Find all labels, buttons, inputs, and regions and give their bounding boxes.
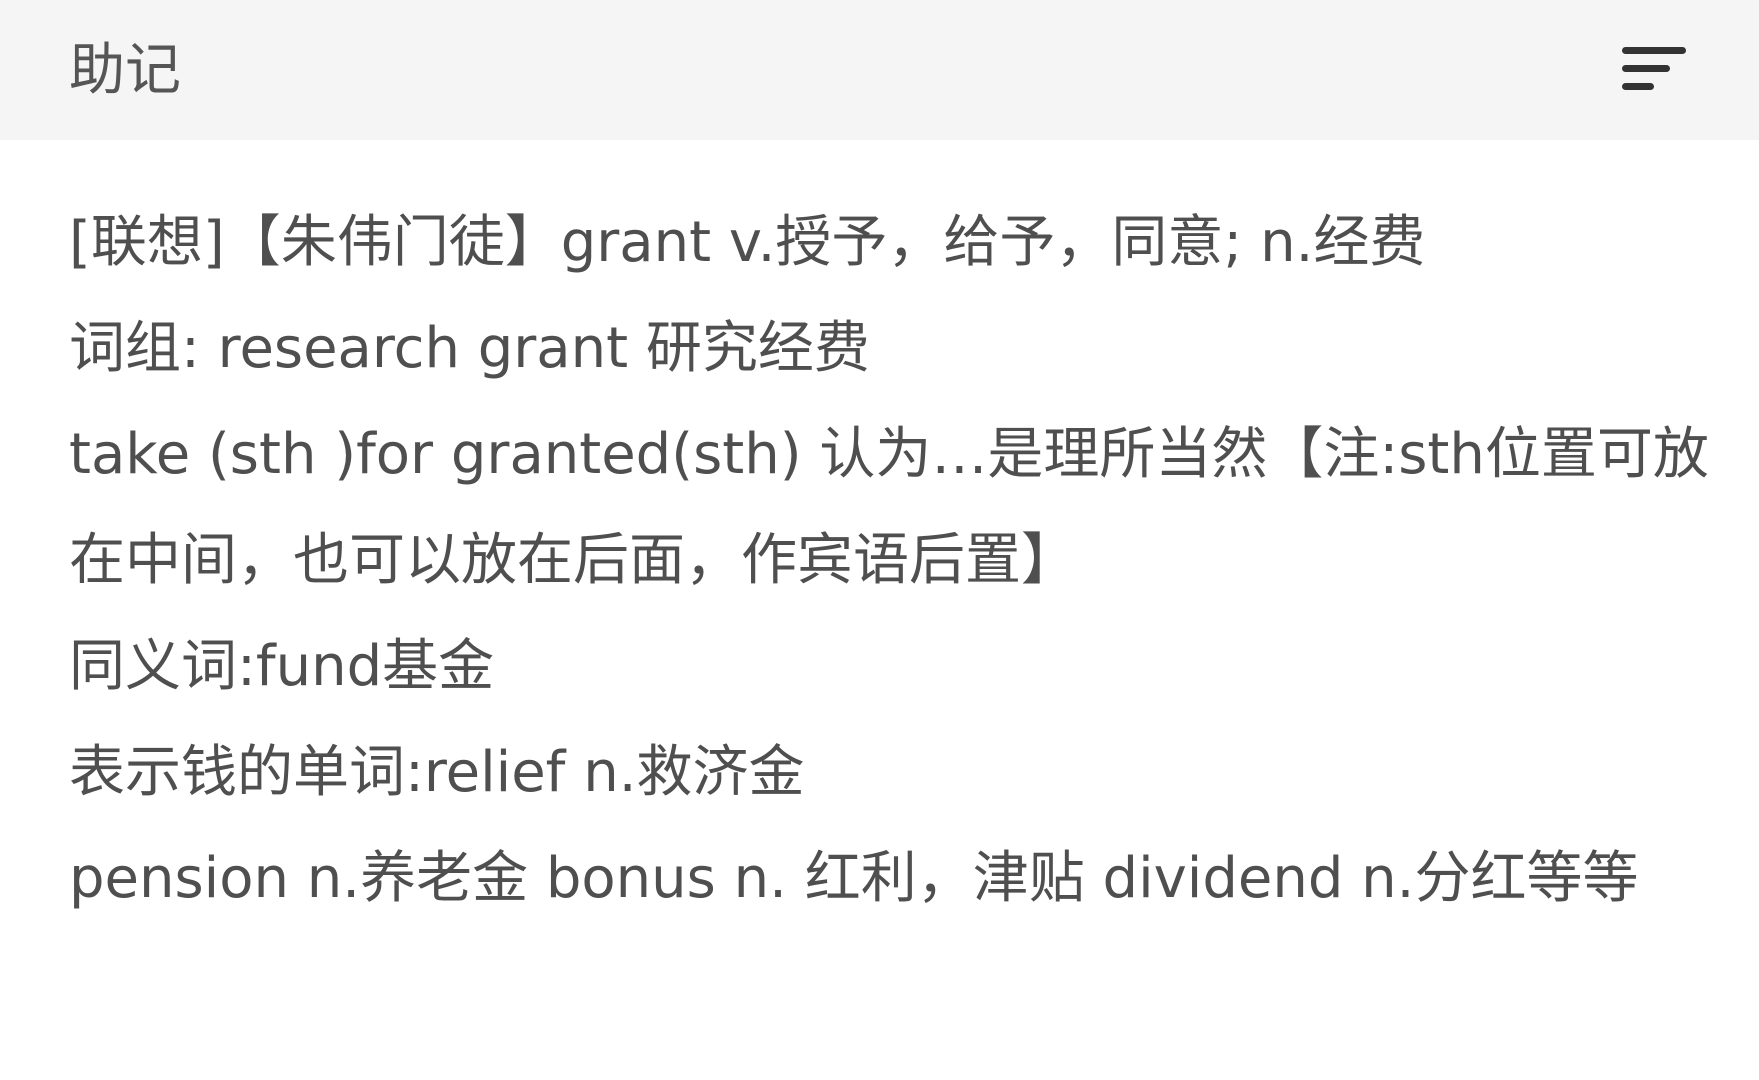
- sort-lines-icon: [1622, 47, 1686, 90]
- mnemonic-line-related-words: pension n.养老金 bonus n. 红利，津贴 dividend n.…: [69, 846, 1639, 911]
- top-bar: 助记: [0, 0, 1759, 140]
- page-title: 助记: [69, 38, 181, 103]
- mnemonic-line-take-for-granted: take (sth )for granted(sth) 认为…是理所当然【注:s…: [69, 422, 1709, 593]
- mnemonic-line-phrase: 词组: research grant 研究经费: [69, 316, 870, 381]
- mnemonic-line-money-words: 表示钱的单词:relief n.救济金: [69, 740, 805, 805]
- mnemonic-content: [联想]【朱伟门徒】grant v.授予，给予，同意; n.经费 词组: res…: [69, 190, 1709, 932]
- mnemonic-line-synonym: 同义词:fund基金: [69, 634, 495, 699]
- sort-button[interactable]: [1620, 40, 1692, 100]
- mnemonic-line-association: [联想]【朱伟门徒】grant v.授予，给予，同意; n.经费: [69, 210, 1426, 275]
